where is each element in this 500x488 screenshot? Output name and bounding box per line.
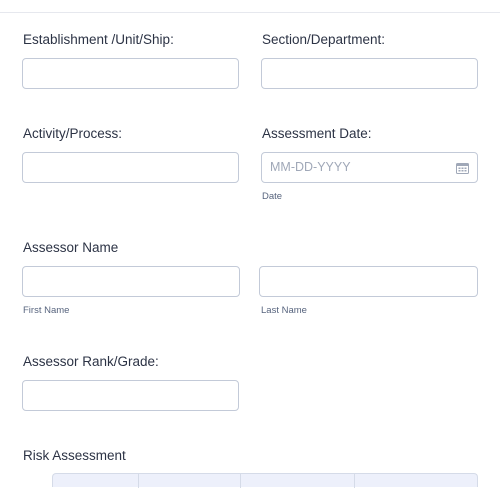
activity-process-input[interactable] [22,152,239,183]
assessor-rank-label: Assessor Rank/Grade: [23,354,159,369]
calendar-icon[interactable] [456,162,469,174]
assessor-name-label: Assessor Name [23,240,119,255]
establishment-label: Establishment /Unit/Ship: [23,32,174,47]
table-column-divider [354,474,355,488]
assessment-date-sublabel: Date [262,191,283,202]
assessment-date-label: Assessment Date: [262,126,372,141]
activity-process-label: Activity/Process: [23,126,123,141]
risk-assessment-table-header [52,473,478,488]
first-name-sublabel: First Name [23,305,70,316]
table-column-divider [240,474,241,488]
assessment-date-input[interactable]: MM-DD-YYYY [261,152,478,183]
section-department-label: Section/Department: [262,32,386,47]
last-name-input[interactable] [259,266,478,297]
first-name-input[interactable] [22,266,240,297]
assessor-rank-input[interactable] [22,380,239,411]
table-column-divider [138,474,139,488]
top-divider [0,12,500,13]
last-name-sublabel: Last Name [261,305,307,316]
establishment-input[interactable] [22,58,239,89]
section-department-input[interactable] [261,58,478,89]
risk-assessment-label: Risk Assessment [23,448,126,463]
assessment-date-placeholder: MM-DD-YYYY [270,160,351,174]
